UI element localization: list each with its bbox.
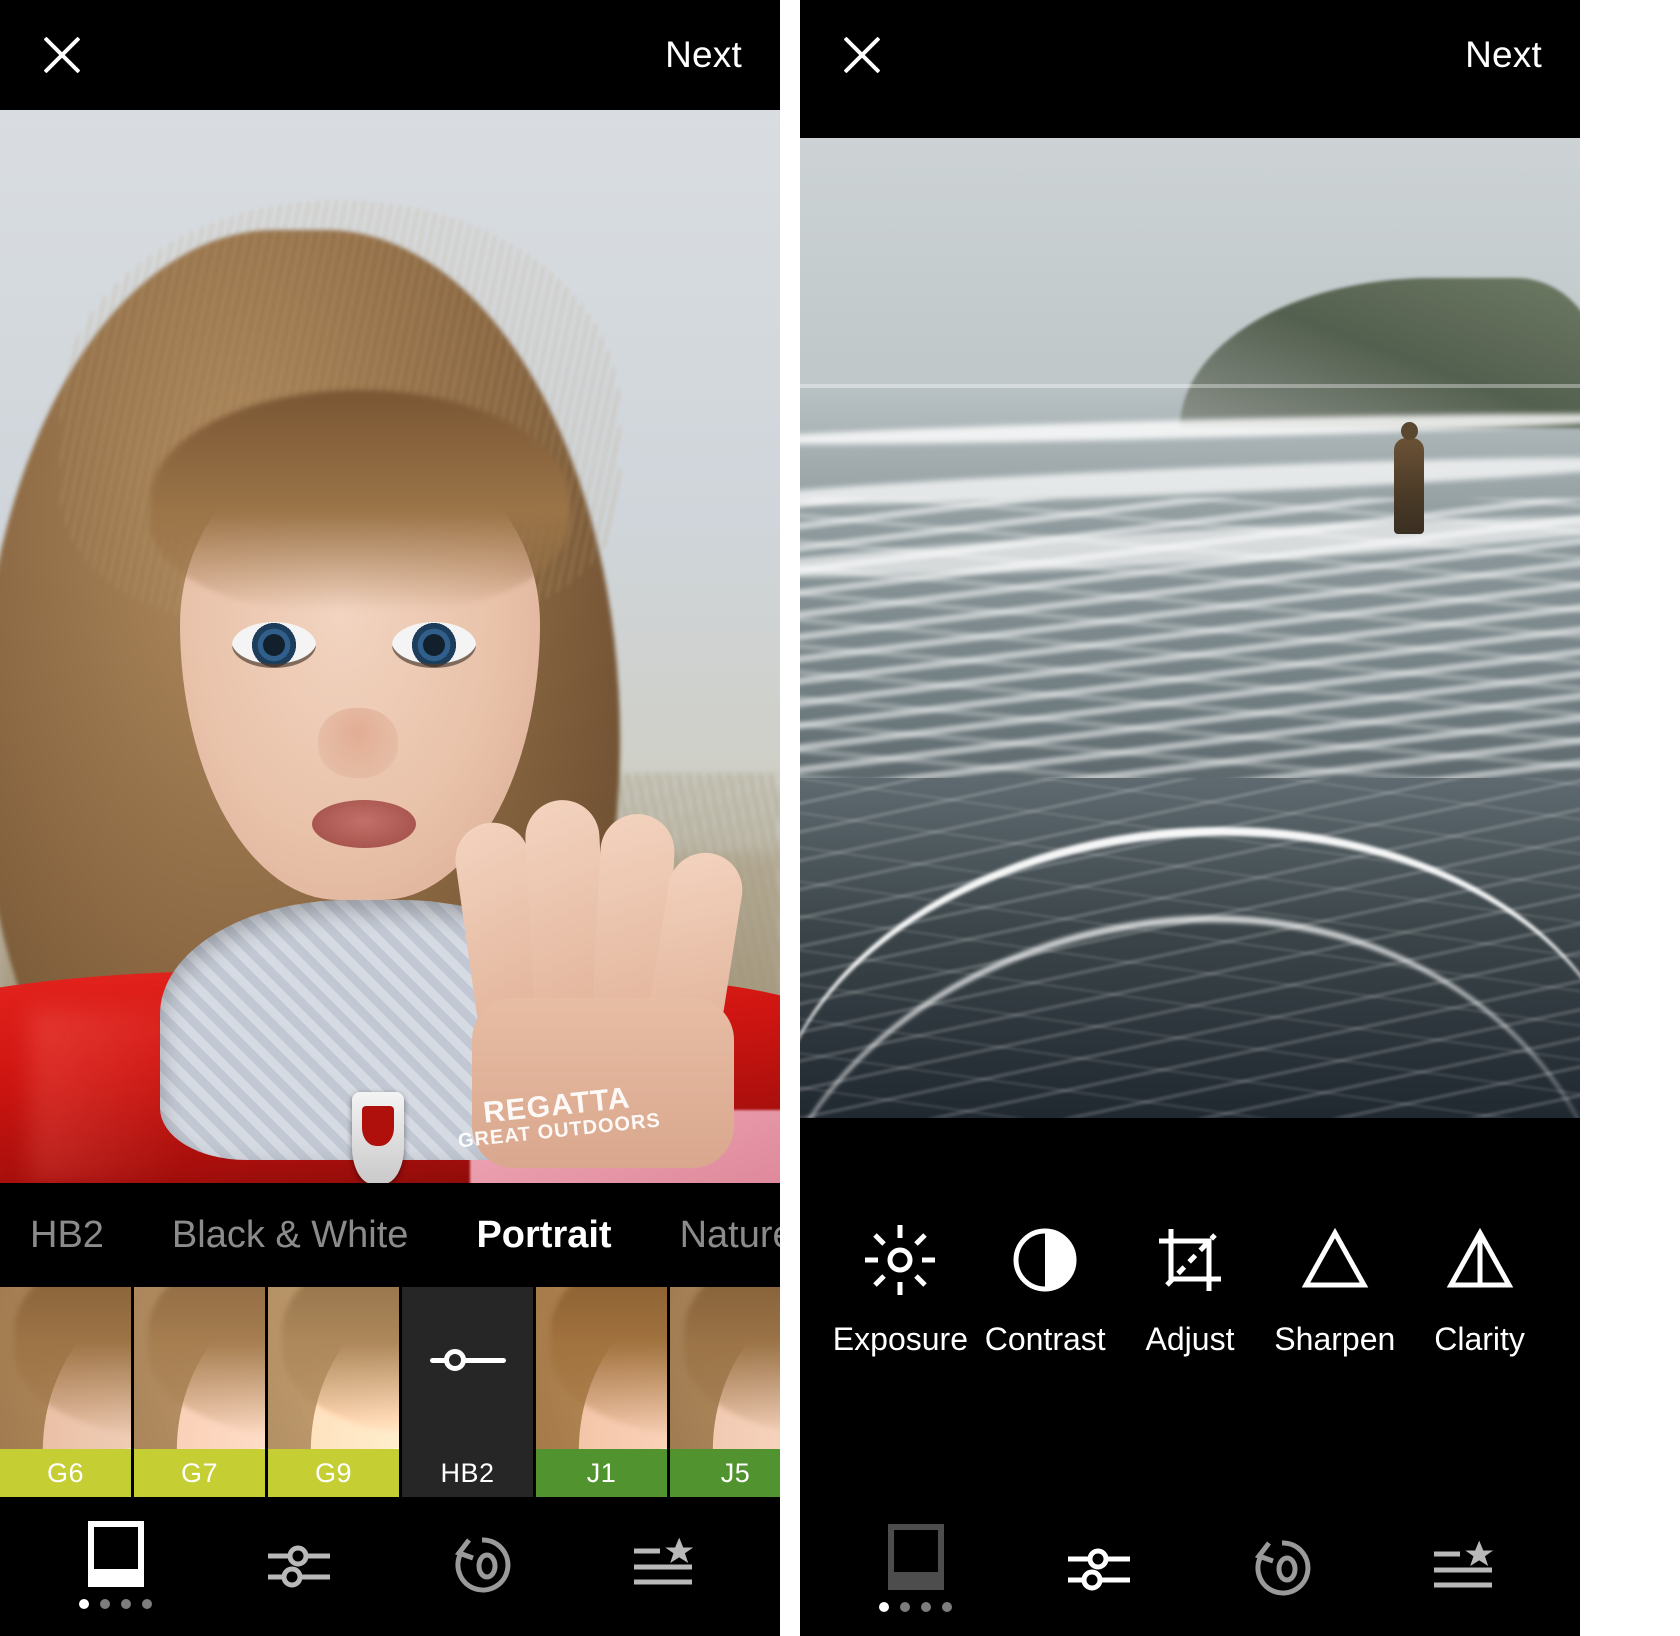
top-bar-left: Next bbox=[0, 0, 780, 110]
tools-screen-panel: Next bbox=[800, 0, 1580, 1636]
filter-label: J5 bbox=[670, 1449, 780, 1497]
screenshot-stage: Next bbox=[0, 0, 1680, 1636]
nav-filter-presets[interactable] bbox=[851, 1513, 981, 1623]
filter-thumb-g7[interactable]: G7 bbox=[134, 1287, 268, 1497]
tab-portrait[interactable]: Portrait bbox=[442, 1214, 645, 1257]
next-button[interactable]: Next bbox=[1465, 34, 1542, 76]
photo-preview-girl[interactable]: REGATTA GREAT OUTDOORS bbox=[0, 110, 780, 1183]
filter-label: HB2 bbox=[402, 1449, 533, 1497]
filter-label: G7 bbox=[134, 1449, 265, 1497]
list-star-recipes-icon bbox=[1430, 1539, 1500, 1597]
panel-divider bbox=[780, 0, 800, 1636]
tool-label: Contrast bbox=[973, 1321, 1118, 1358]
bottom-nav-left[interactable] bbox=[0, 1497, 780, 1633]
filter-strength-slider-icon[interactable] bbox=[430, 1349, 506, 1371]
tool-clarity[interactable]: Clarity bbox=[1407, 1221, 1552, 1358]
thumb-preview bbox=[0, 1287, 134, 1452]
nav-adjust-sliders[interactable] bbox=[1034, 1513, 1164, 1623]
tool-label: Adjust bbox=[1118, 1321, 1263, 1358]
tool-label: Exposure bbox=[828, 1321, 973, 1358]
nav-adjust-sliders[interactable] bbox=[234, 1510, 364, 1620]
thumb-preview bbox=[268, 1287, 402, 1452]
filter-presets-icon bbox=[888, 1524, 944, 1590]
filter-thumb-j1[interactable]: J1 bbox=[536, 1287, 670, 1497]
filter-thumb-g6[interactable]: G6 bbox=[0, 1287, 134, 1497]
filter-thumb-j5[interactable]: J5 bbox=[670, 1287, 780, 1497]
thumb-preview bbox=[536, 1287, 670, 1452]
person-in-water bbox=[1394, 438, 1424, 534]
tool-label: Sharpen bbox=[1262, 1321, 1407, 1358]
nav-revert[interactable] bbox=[1217, 1513, 1347, 1623]
top-bar-right: Next bbox=[800, 0, 1580, 110]
nav-recipes[interactable] bbox=[600, 1510, 730, 1620]
tool-exposure[interactable]: Exposure bbox=[828, 1221, 973, 1358]
filter-label: G9 bbox=[268, 1449, 399, 1497]
filter-label: G6 bbox=[0, 1449, 131, 1497]
contrast-half-circle-icon bbox=[1008, 1223, 1082, 1297]
tools-row-wrapper: Exposure Contrast bbox=[800, 1118, 1580, 1500]
photo-backdrop: REGATTA GREAT OUTDOORS bbox=[0, 110, 780, 1183]
tool-label: Clarity bbox=[1407, 1321, 1552, 1358]
close-icon[interactable] bbox=[38, 31, 86, 79]
lips bbox=[312, 800, 416, 848]
page-dots bbox=[879, 1602, 952, 1612]
list-star-recipes-icon bbox=[630, 1536, 700, 1594]
filter-category-tabs[interactable]: HB2 Black & White Portrait Nature Urba bbox=[0, 1183, 780, 1287]
hand bbox=[452, 740, 752, 1140]
tools-row[interactable]: Exposure Contrast bbox=[800, 1221, 1580, 1358]
nav-filter-presets[interactable] bbox=[51, 1510, 181, 1620]
close-icon[interactable] bbox=[838, 31, 886, 79]
triangle-sharpen-icon bbox=[1298, 1223, 1372, 1297]
eye-right bbox=[392, 622, 476, 668]
thumb-preview bbox=[670, 1287, 780, 1452]
tab-black-and-white[interactable]: Black & White bbox=[138, 1214, 443, 1257]
filter-label: J1 bbox=[536, 1449, 667, 1497]
filter-thumbnail-strip[interactable]: G6 bbox=[0, 1287, 780, 1497]
nav-revert[interactable] bbox=[417, 1510, 547, 1620]
photo-preview-beach[interactable] bbox=[800, 138, 1580, 1118]
hair-fringe bbox=[150, 390, 570, 610]
filters-screen-panel: Next bbox=[0, 0, 780, 1636]
next-button[interactable]: Next bbox=[665, 34, 742, 76]
tool-adjust[interactable]: Adjust bbox=[1118, 1221, 1263, 1358]
filter-presets-icon bbox=[88, 1521, 144, 1587]
tab-hb2[interactable]: HB2 bbox=[0, 1214, 138, 1257]
tab-nature[interactable]: Nature bbox=[646, 1214, 780, 1257]
tool-sharpen[interactable]: Sharpen bbox=[1262, 1221, 1407, 1358]
nose bbox=[318, 708, 398, 778]
filter-thumb-hb2-selected[interactable]: HB2 bbox=[402, 1287, 536, 1497]
sliders-adjust-icon bbox=[264, 1539, 334, 1591]
photo-backdrop bbox=[800, 138, 1580, 1118]
filter-thumb-g9[interactable]: G9 bbox=[268, 1287, 402, 1497]
revert-undo-icon bbox=[1249, 1535, 1315, 1601]
revert-undo-icon bbox=[449, 1532, 515, 1598]
bottom-nav-right[interactable] bbox=[800, 1500, 1580, 1636]
triangle-split-clarity-icon bbox=[1443, 1223, 1517, 1297]
tool-contrast[interactable]: Contrast bbox=[973, 1221, 1118, 1358]
nav-recipes[interactable] bbox=[1400, 1513, 1530, 1623]
horizon-line bbox=[800, 384, 1580, 388]
crop-rotate-adjust-icon bbox=[1153, 1223, 1227, 1297]
zipper-pull bbox=[352, 1092, 404, 1183]
sliders-adjust-icon bbox=[1064, 1542, 1134, 1594]
sun-exposure-icon bbox=[863, 1223, 937, 1297]
thumb-preview bbox=[134, 1287, 268, 1452]
page-dots bbox=[79, 1599, 152, 1609]
eye-left bbox=[232, 622, 316, 668]
